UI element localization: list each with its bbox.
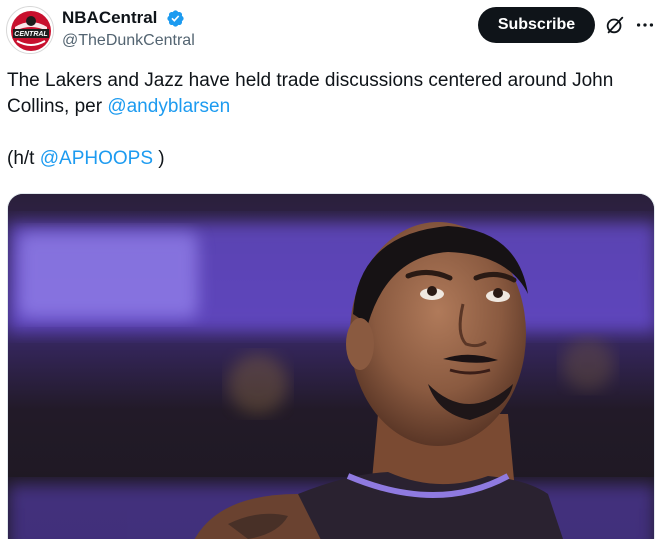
avatar-text: CENTRAL — [14, 31, 47, 38]
mention-link[interactable]: @andyblarsen — [107, 96, 230, 117]
grok-icon[interactable] — [604, 14, 626, 36]
verified-badge-icon — [167, 9, 184, 27]
hat-tip-suffix: ) — [153, 148, 165, 169]
line-spacer — [7, 120, 647, 146]
author-info: NBACentral @TheDunkCentral — [62, 8, 195, 50]
author-display-name[interactable]: NBACentral — [62, 8, 157, 28]
hat-tip-prefix: (h/t — [7, 148, 40, 169]
author-avatar[interactable]: CENTRAL — [6, 6, 54, 54]
tweet-text-part: The Lakers and Jazz have held trade disc… — [7, 70, 614, 117]
hat-tip: (h/t @APHOOPS ) — [7, 146, 647, 172]
mention-link[interactable]: @APHOOPS — [40, 148, 153, 169]
author-handle[interactable]: @TheDunkCentral — [62, 32, 195, 50]
subscribe-button[interactable]: Subscribe — [478, 7, 595, 43]
player-photo — [8, 194, 654, 539]
tweet-header: CENTRAL NBACentral @TheDunkCentral Subsc… — [0, 0, 660, 60]
tweet-body: The Lakers and Jazz have held trade disc… — [7, 68, 647, 120]
avatar-logo: CENTRAL — [8, 8, 53, 53]
tweet-media[interactable] — [7, 193, 655, 539]
more-options-icon[interactable] — [634, 14, 656, 36]
tweet-text: The Lakers and Jazz have held trade disc… — [7, 68, 647, 172]
